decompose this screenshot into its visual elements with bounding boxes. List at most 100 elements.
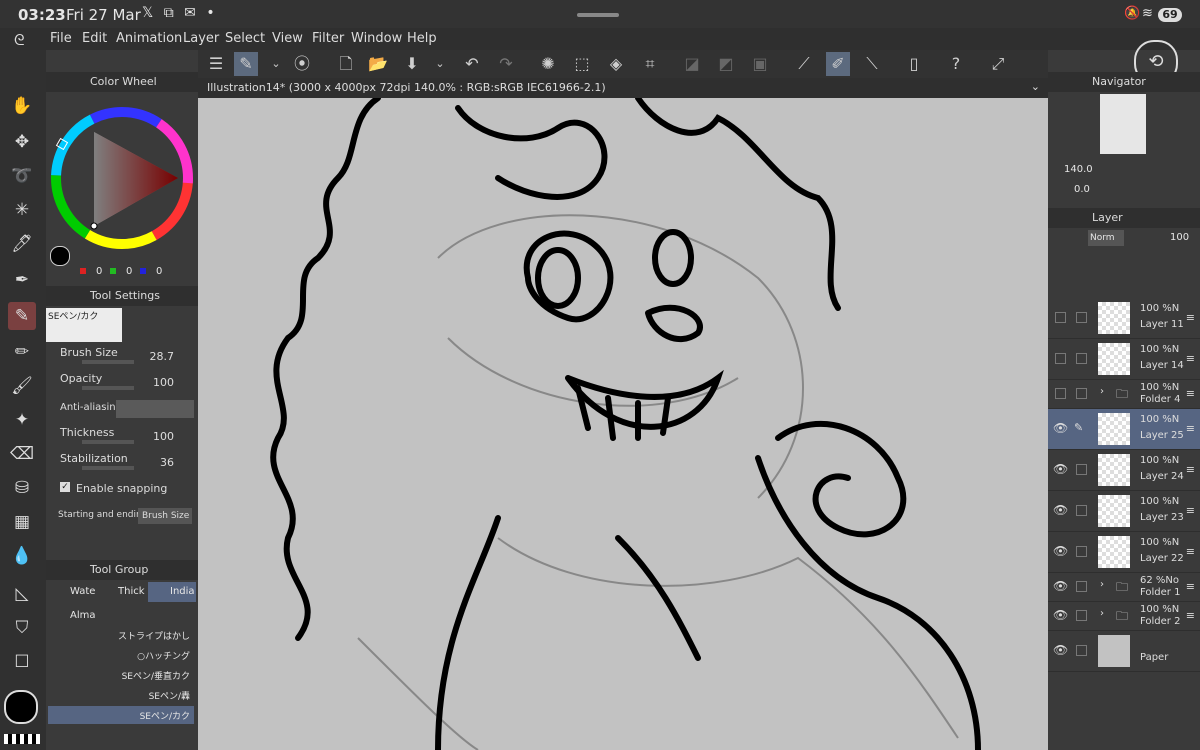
chevron-right-icon[interactable]: › bbox=[1100, 608, 1104, 619]
menu-file[interactable]: File bbox=[50, 31, 72, 46]
layer-header[interactable]: Layer bbox=[1048, 208, 1200, 228]
redo-icon[interactable]: ↷ bbox=[494, 52, 518, 76]
menu-edit[interactable]: Edit bbox=[82, 31, 107, 46]
opacity-row[interactable]: Opacity 100 bbox=[52, 372, 196, 394]
chevron-right-icon[interactable]: › bbox=[1100, 386, 1104, 397]
new-file-icon[interactable]: 🗋 bbox=[334, 52, 358, 76]
hamburger-icon[interactable]: ☰ bbox=[204, 52, 228, 76]
color-wheel-header[interactable]: Color Wheel bbox=[46, 72, 198, 92]
layer-menu-icon[interactable]: ≡ bbox=[1186, 609, 1195, 622]
app-logo-icon[interactable]: ᘓ bbox=[14, 31, 25, 49]
tool-tab-thick[interactable]: Thick bbox=[98, 582, 146, 602]
stabilization-row[interactable]: Stabilization 36 bbox=[52, 452, 196, 474]
lock-checkbox[interactable] bbox=[1076, 645, 1087, 656]
eyedropper-icon[interactable]: 🖊 bbox=[8, 230, 36, 258]
multitask-grip[interactable] bbox=[577, 13, 619, 17]
blend-mode-select[interactable]: Norm bbox=[1088, 230, 1124, 246]
layer-row[interactable]: 100 %N Layer 14 ≡ bbox=[1048, 339, 1200, 380]
brush-size-slider[interactable] bbox=[82, 360, 134, 364]
color-wheel[interactable] bbox=[46, 100, 198, 270]
folder-row[interactable]: 👁 › 🗀 62 %No Folder 1 ≡ bbox=[1048, 573, 1200, 602]
menu-help[interactable]: Help bbox=[407, 31, 437, 46]
menu-filter[interactable]: Filter bbox=[312, 31, 344, 46]
pen-ruler-icon[interactable]: ✐ bbox=[826, 52, 850, 76]
start-end-select[interactable]: Brush Size bbox=[138, 508, 192, 524]
list-item[interactable]: ストライプはかし bbox=[48, 626, 194, 644]
main-color-swatch[interactable] bbox=[4, 690, 38, 724]
layer-row[interactable]: 👁 ✎ 100 %N Layer 25 ≡ bbox=[1048, 409, 1200, 450]
menu-window[interactable]: Window bbox=[351, 31, 402, 46]
paper-layer-row[interactable]: 👁 Paper bbox=[1048, 631, 1200, 672]
lock-checkbox[interactable] bbox=[1076, 546, 1087, 557]
rotation-value[interactable]: 0.0 bbox=[1074, 184, 1090, 195]
move-icon[interactable]: ✥ bbox=[8, 128, 36, 156]
magic-wand-icon[interactable]: ✳ bbox=[8, 196, 36, 224]
eye-icon[interactable]: 👁 bbox=[1053, 544, 1068, 558]
visibility-checkbox[interactable] bbox=[1055, 312, 1066, 323]
figure-icon[interactable]: ◺ bbox=[8, 580, 36, 608]
thickness-row[interactable]: Thickness 100 bbox=[52, 426, 196, 448]
paint-bucket-icon[interactable]: ⛉ bbox=[8, 614, 36, 642]
tool-tab-india[interactable]: India bbox=[148, 582, 196, 602]
menu-view[interactable]: View bbox=[272, 31, 303, 46]
eye-icon[interactable]: 👁 bbox=[1053, 462, 1068, 476]
chevron-down-icon[interactable]: ⌄ bbox=[1031, 80, 1040, 93]
save-icon[interactable]: ⬇ bbox=[400, 52, 424, 76]
list-item[interactable]: SEペン/轟 bbox=[48, 686, 194, 704]
layer-row[interactable]: 👁 100 %N Layer 22 ≡ bbox=[1048, 532, 1200, 573]
selection-expand-icon[interactable]: ▣ bbox=[748, 52, 772, 76]
device-icon[interactable]: ▯ bbox=[902, 52, 926, 76]
snapping-row[interactable]: ✓ Enable snapping bbox=[52, 482, 196, 504]
blend-icon[interactable]: ⛁ bbox=[8, 474, 36, 502]
layer-menu-icon[interactable]: ≡ bbox=[1186, 504, 1195, 517]
fill-bucket-icon[interactable]: 💧 bbox=[8, 542, 36, 570]
layer-menu-icon[interactable]: ≡ bbox=[1186, 463, 1195, 476]
lock-checkbox[interactable] bbox=[1076, 353, 1087, 364]
brush-preview[interactable]: SEペン/カク bbox=[46, 308, 122, 342]
lock-checkbox[interactable] bbox=[1076, 464, 1087, 475]
tool-settings-header[interactable]: Tool Settings bbox=[46, 286, 198, 306]
layer-row[interactable]: 100 %N Layer 11 ≡ bbox=[1048, 298, 1200, 339]
transform-icon[interactable]: ⌗ bbox=[638, 52, 662, 76]
expand-icon[interactable]: ⤢ bbox=[986, 52, 1010, 76]
layer-menu-icon[interactable]: ≡ bbox=[1186, 580, 1195, 593]
anti-aliasing-row[interactable]: Anti-aliasing bbox=[52, 400, 196, 424]
tool-tab-water[interactable]: Wate bbox=[48, 582, 96, 602]
snapping-checkbox[interactable]: ✓ bbox=[60, 482, 70, 492]
folder-row[interactable]: › 🗀 100 %N Folder 4 ≡ bbox=[1048, 380, 1200, 409]
opacity-slider[interactable] bbox=[82, 386, 134, 390]
layer-row[interactable]: 👁 100 %N Layer 23 ≡ bbox=[1048, 491, 1200, 532]
tool-group-header[interactable]: Tool Group bbox=[46, 560, 198, 580]
layer-menu-icon[interactable]: ≡ bbox=[1186, 387, 1195, 400]
transparent-color-swatch[interactable] bbox=[4, 734, 40, 744]
ruler-icon[interactable]: ⟋ bbox=[792, 52, 816, 76]
selection-off-icon[interactable]: ◪ bbox=[680, 52, 704, 76]
thickness-slider[interactable] bbox=[82, 440, 134, 444]
eye-icon[interactable]: 👁 bbox=[1053, 643, 1068, 657]
brush-icon[interactable]: 🖌 bbox=[8, 372, 36, 400]
visibility-checkbox[interactable] bbox=[1055, 353, 1066, 364]
gradient-icon[interactable]: ▦ bbox=[8, 508, 36, 536]
tool-tab-alma[interactable]: Alma bbox=[48, 606, 96, 626]
navigator-header[interactable]: Navigator bbox=[1048, 72, 1200, 92]
list-item[interactable]: SEペン/カク bbox=[48, 706, 194, 724]
layer-row[interactable]: 👁 100 %N Layer 24 ≡ bbox=[1048, 450, 1200, 491]
eye-icon[interactable]: 👁 bbox=[1053, 579, 1068, 593]
start-end-row[interactable]: Starting and ending Brush Size bbox=[52, 508, 196, 532]
sparkle-icon[interactable]: ✦ bbox=[8, 406, 36, 434]
help-icon[interactable]: ? bbox=[944, 52, 968, 76]
zoom-value[interactable]: 140.0 bbox=[1064, 164, 1093, 175]
menu-layer[interactable]: Layer bbox=[183, 31, 219, 46]
chevron-right-icon[interactable]: › bbox=[1100, 579, 1104, 590]
canvas-area[interactable] bbox=[198, 78, 1048, 750]
eye-icon[interactable]: 👁 bbox=[1053, 421, 1068, 435]
list-item[interactable]: SEペン/垂直カク bbox=[48, 666, 194, 684]
eye-icon[interactable]: 👁 bbox=[1053, 503, 1068, 517]
frame-icon[interactable]: ☐ bbox=[8, 648, 36, 676]
lock-checkbox[interactable] bbox=[1076, 610, 1087, 621]
menu-animation[interactable]: Animation bbox=[116, 31, 182, 46]
lock-checkbox[interactable] bbox=[1076, 581, 1087, 592]
menu-select[interactable]: Select bbox=[225, 31, 265, 46]
eraser-icon[interactable]: ⌫ bbox=[8, 440, 36, 468]
stabilization-slider[interactable] bbox=[82, 466, 134, 470]
